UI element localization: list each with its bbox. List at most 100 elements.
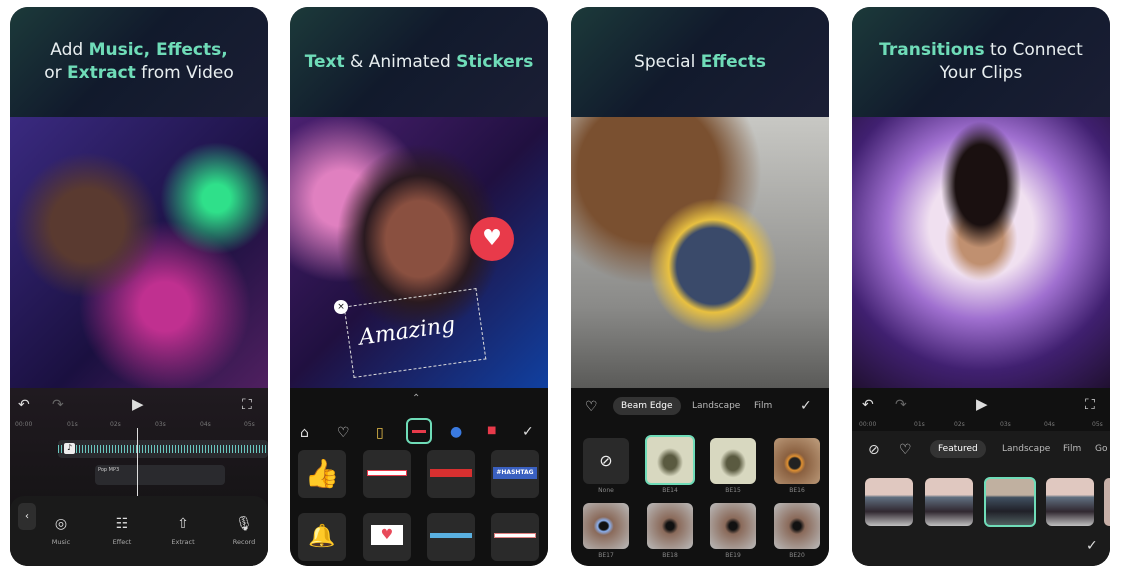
effect-be15[interactable] xyxy=(710,438,756,484)
sticker-bell[interactable]: 🔔 xyxy=(298,513,346,561)
favorites-heart-icon[interactable]: ♡ xyxy=(899,443,912,457)
effect-label: BE15 xyxy=(725,487,741,494)
undo-icon[interactable]: ↶ xyxy=(862,398,874,412)
sticker-heart-bubble[interactable]: ♥ xyxy=(363,513,411,561)
time-tick: 02s xyxy=(954,421,965,428)
screenshot-effects: Special Effects ♡ Beam Edge Landscape Fi… xyxy=(571,7,829,566)
transition-thumb[interactable] xyxy=(1104,478,1110,526)
heart-sticker[interactable]: ♥ xyxy=(470,217,514,261)
extract-icon: ⇧ xyxy=(177,516,189,532)
store-icon[interactable]: ⌂ xyxy=(300,426,309,440)
music-track[interactable] xyxy=(58,440,268,458)
music-note-icon: ♪ xyxy=(64,443,75,454)
effect-be16[interactable] xyxy=(774,438,820,484)
time-tick: 01s xyxy=(67,421,78,428)
tab-featured[interactable]: Featured xyxy=(930,440,986,458)
delete-sticker-icon[interactable]: × xyxy=(334,300,348,314)
music-tool[interactable]: ◎ Music xyxy=(41,516,81,546)
tab-landscape[interactable]: Landscape xyxy=(1002,444,1050,454)
effect-label: BE18 xyxy=(662,552,678,559)
microphone-icon: 🎙 xyxy=(235,516,253,532)
transition-thumb-selected[interactable] xyxy=(984,477,1036,527)
equalizer-icon: ☷ xyxy=(115,516,129,532)
effect-label: BE17 xyxy=(598,552,614,559)
effect-label: BE20 xyxy=(789,552,805,559)
tab-landscape[interactable]: Landscape xyxy=(692,401,740,411)
effect-be18[interactable] xyxy=(647,503,693,549)
music-icon: ◎ xyxy=(54,516,68,532)
time-tick: 03s xyxy=(1000,421,1011,428)
sticker-red-banner[interactable] xyxy=(427,450,475,498)
effect-be20[interactable] xyxy=(774,503,820,549)
headline: Transitions to Connect Your Clips xyxy=(852,7,1110,117)
editor-controls: ↶ ↷ ▶ ⛶ 00:00 01s 02s 03s 04s 05s ♪ Pop … xyxy=(10,388,268,566)
extracted-audio-track[interactable]: Pop MP3 xyxy=(95,465,225,485)
extract-tool[interactable]: ⇧ Extract xyxy=(163,516,203,546)
heart-icon[interactable]: ♡ xyxy=(337,426,350,440)
headline: Text & Animated Stickers xyxy=(290,7,548,117)
effect-be19[interactable] xyxy=(710,503,756,549)
tab-go[interactable]: Go xyxy=(1095,444,1107,454)
time-tick: 04s xyxy=(1044,421,1055,428)
transitions-panel: ↶ ↷ ▶ ⛶ 00:00 01s 02s 03s 04s 05s ⊘ ♡ Fe… xyxy=(852,388,1110,566)
time-tick: 05s xyxy=(244,421,255,428)
fullscreen-icon[interactable]: ⛶ xyxy=(242,398,252,412)
sticker-panel: ⌃ ⌂ ♡ ▯ ● ■ ✓ 👍 #HASHTAG 🔔 ♥ xyxy=(290,388,548,566)
effect-be14[interactable] xyxy=(645,435,695,485)
video-preview xyxy=(571,117,829,388)
sticker-thumbs-up[interactable]: 👍 xyxy=(298,450,346,498)
sticker-outline-banner[interactable] xyxy=(491,513,539,561)
favorites-heart-icon[interactable]: ♡ xyxy=(585,400,598,414)
screenshot-transitions: Transitions to Connect Your Clips ↶ ↷ ▶ … xyxy=(852,7,1110,566)
video-preview: ♥ Amazing × xyxy=(290,117,548,388)
undo-icon[interactable]: ↶ xyxy=(18,398,30,412)
confirm-check-icon[interactable]: ✓ xyxy=(522,425,534,439)
effects-panel: ♡ Beam Edge Landscape Film ✓ ⊘ None BE14… xyxy=(571,388,829,566)
time-tick: 00:00 xyxy=(15,421,33,428)
video-preview xyxy=(10,117,268,388)
confirm-check-icon[interactable]: ✓ xyxy=(800,399,812,413)
effect-label: BE16 xyxy=(789,487,805,494)
none-icon[interactable]: ⊘ xyxy=(868,443,880,457)
time-tick: 05s xyxy=(1092,421,1103,428)
effect-label: BE14 xyxy=(662,487,678,494)
file-icon[interactable]: ▯ xyxy=(376,426,384,440)
play-icon[interactable]: ▶ xyxy=(132,397,144,412)
screenshot-stickers: Text & Animated Stickers ♥ Amazing × ⌃ ⌂… xyxy=(290,7,548,566)
sticker-hashtag[interactable]: #HASHTAG xyxy=(491,450,539,498)
play-icon[interactable]: ▶ xyxy=(976,397,988,412)
text-banner-tab[interactable] xyxy=(406,418,432,444)
time-tick: 01s xyxy=(914,421,925,428)
back-button[interactable]: ‹ xyxy=(18,503,36,530)
red-label-icon[interactable]: ■ xyxy=(487,426,496,436)
screenshot-music-effects: Add Music, Effects, or Extract from Video… xyxy=(10,7,268,566)
chevron-up-icon[interactable]: ⌃ xyxy=(412,394,420,404)
chat-heart-icon[interactable]: ● xyxy=(450,425,462,439)
redo-icon[interactable]: ↷ xyxy=(52,398,64,412)
none-icon: ⊘ xyxy=(599,451,613,470)
redo-icon[interactable]: ↷ xyxy=(895,398,907,412)
transition-thumb[interactable] xyxy=(925,478,973,526)
tab-film[interactable]: Film xyxy=(754,401,772,411)
tab-beam-edge[interactable]: Beam Edge xyxy=(613,397,681,415)
transition-thumb[interactable] xyxy=(865,478,913,526)
effect-none[interactable]: ⊘ xyxy=(583,438,629,484)
fullscreen-icon[interactable]: ⛶ xyxy=(1085,398,1095,412)
transition-thumb[interactable] xyxy=(1046,478,1094,526)
text-sticker-frame[interactable]: Amazing xyxy=(343,288,487,378)
sticker-blue-banner[interactable] xyxy=(427,513,475,561)
sticker-comment-banner[interactable] xyxy=(363,450,411,498)
time-tick: 00:00 xyxy=(859,421,877,428)
tab-film[interactable]: Film xyxy=(1063,444,1081,454)
effect-label: None xyxy=(598,487,614,494)
effect-tool[interactable]: ☷ Effect xyxy=(102,516,142,546)
record-tool[interactable]: 🎙 Record xyxy=(224,516,264,546)
time-tick: 04s xyxy=(200,421,211,428)
effect-be17[interactable] xyxy=(583,503,629,549)
time-tick: 02s xyxy=(110,421,121,428)
playhead[interactable] xyxy=(137,428,138,496)
audio-clip-label: Pop MP3 xyxy=(98,467,120,473)
effect-label: BE19 xyxy=(725,552,741,559)
confirm-check-icon[interactable]: ✓ xyxy=(1086,539,1098,553)
amazing-text-sticker: Amazing xyxy=(357,312,457,351)
